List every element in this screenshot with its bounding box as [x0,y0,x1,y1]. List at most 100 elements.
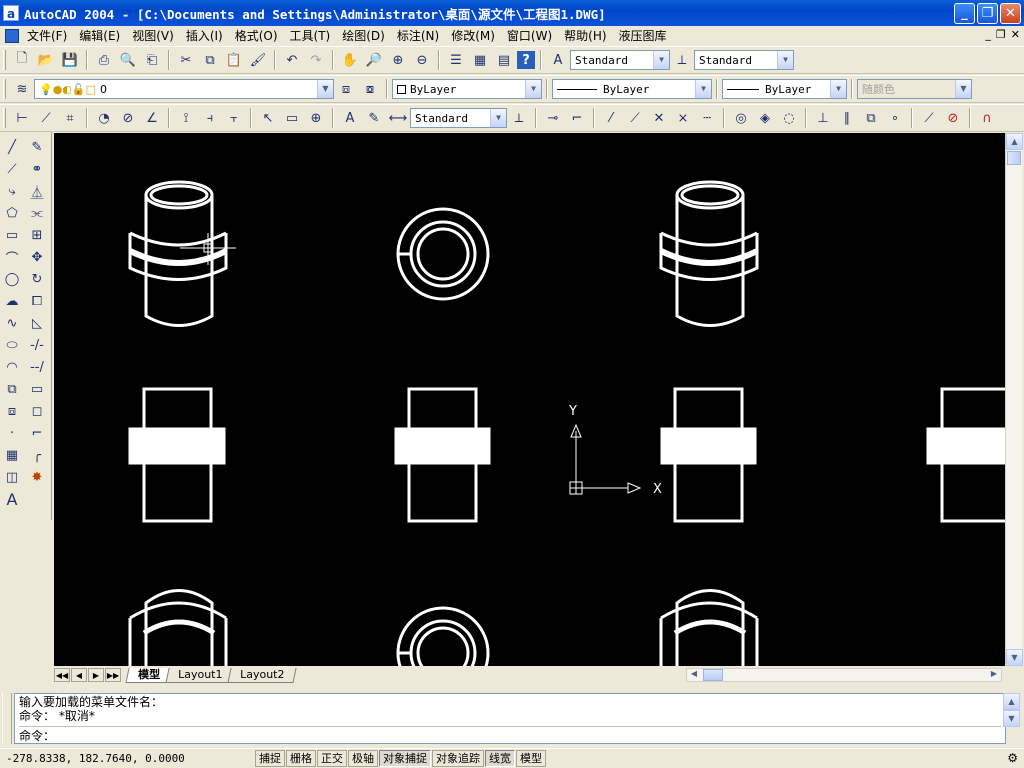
first-tab-icon[interactable]: ◀◀ [54,668,70,682]
toggle-otrack[interactable]: 对象追踪 [432,750,484,767]
vertical-scrollbar[interactable]: ▲ ▼ [1005,133,1023,666]
redo-icon[interactable]: ↷ [305,49,327,71]
dim-update-icon[interactable]: ⟷ [387,107,409,129]
design-center-icon[interactable]: ▦ [469,49,491,71]
mirror-icon[interactable]: ⏅ [26,180,48,202]
restore-button[interactable]: ❐ [977,3,998,24]
pan-icon[interactable]: ✋ [339,49,361,71]
chevron-down-icon[interactable]: ▼ [525,80,541,98]
tab-layout1[interactable]: Layout1 [165,667,236,683]
linetype-select[interactable]: ByLayer ▼ [552,79,712,99]
layer-previous-icon[interactable]: ⧇ [359,78,381,100]
minimize-button[interactable]: _ [954,3,975,24]
dim-style-select[interactable]: Standard ▼ [694,50,794,70]
match-properties-icon[interactable]: 🖌 [247,49,269,71]
command-scrollbar[interactable]: ▲ ▼ [1003,693,1020,727]
snap-endpoint-icon[interactable]: ⁄ [600,107,622,129]
drawing-canvas[interactable]: Y X [54,133,1005,666]
scroll-right-icon[interactable]: ▶ [987,669,1001,681]
toolbar-grip[interactable] [3,79,6,99]
ordinate-dim-icon[interactable]: ⌗ [59,107,81,129]
circle-icon[interactable]: ◯ [1,268,23,290]
close-button[interactable]: ✕ [1000,3,1021,24]
chevron-down-icon[interactable]: ▼ [695,80,711,98]
insert-block-icon[interactable]: ⧉ [1,378,23,400]
dimension-style-select[interactable]: Standard ▼ [410,108,507,128]
chevron-down-icon[interactable]: ▼ [653,51,669,69]
communication-center-icon[interactable]: ⚙ [1007,751,1018,765]
mdi-minimize-button[interactable]: _ [985,28,991,41]
break-icon[interactable]: ▭ [26,378,48,400]
save-icon[interactable]: 💾 [59,49,81,71]
menu-edit[interactable]: 编辑(E) [73,27,126,44]
menu-view[interactable]: 视图(V) [126,27,180,44]
text-style-select[interactable]: Standard ▼ [570,50,670,70]
menu-window[interactable]: 窗口(W) [501,27,558,44]
scroll-down-icon[interactable]: ▼ [1003,710,1020,727]
toggle-lineweight[interactable]: 线宽 [485,750,515,767]
chevron-down-icon[interactable]: ▼ [830,80,846,98]
snap-nearest-icon[interactable]: ⟋ [918,107,940,129]
polyline-icon[interactable]: ⤷ [1,180,23,202]
print-icon[interactable]: ⎙ [93,49,115,71]
ellipse-arc-icon[interactable]: ◠ [1,356,23,378]
break-at-point-icon[interactable]: ◻ [26,400,48,422]
make-layer-current-icon[interactable]: ⧈ [335,78,357,100]
layer-manager-icon[interactable]: ≋ [11,78,33,100]
snap-center-icon[interactable]: ◎ [730,107,752,129]
angular-dim-icon[interactable]: ∠ [141,107,163,129]
menu-tools[interactable]: 工具(T) [284,27,337,44]
mdi-restore-button[interactable]: ❐ [996,28,1006,41]
spline-icon[interactable]: ∿ [1,312,23,334]
menu-insert[interactable]: 插入(I) [180,27,229,44]
stretch-icon[interactable]: ◺ [26,312,48,334]
copy-object-icon[interactable]: ⚭ [26,158,48,180]
drawing-document-icon[interactable] [5,28,19,43]
paste-icon[interactable]: 📋 [223,49,245,71]
snap-quadrant-icon[interactable]: ◈ [754,107,776,129]
coordinate-readout[interactable]: -278.8338, 182.7640, 0.0000 [0,752,255,765]
multiline-text-icon[interactable]: A [1,488,23,510]
quick-dim-icon[interactable]: ⟟ [175,107,197,129]
trim-icon[interactable]: -/- [26,334,48,356]
make-block-icon[interactable]: ⧈ [1,400,23,422]
region-icon[interactable]: ◫ [1,466,23,488]
continue-dim-icon[interactable]: ⫟ [223,107,245,129]
explode-icon[interactable]: ✸ [26,466,48,488]
arc-icon[interactable]: ⌒ [1,246,23,268]
command-window[interactable]: 输入要加载的菜单文件名： 命令： *取消* 命令： [14,693,1006,744]
command-window-grip[interactable] [2,693,12,744]
aligned-dim-icon[interactable]: ⟋ [35,107,57,129]
tab-layout2[interactable]: Layout2 [227,667,298,683]
chevron-down-icon[interactable]: ▼ [317,80,333,98]
rectangle-icon[interactable]: ▭ [1,224,23,246]
scroll-up-icon[interactable]: ▲ [1003,693,1020,710]
scale-icon[interactable]: ⧠ [26,290,48,312]
snap-none-icon[interactable]: ⊘ [942,107,964,129]
properties-icon[interactable]: ☰ [445,49,467,71]
construction-line-icon[interactable]: ⟋ [1,158,23,180]
dimension-style-icon[interactable]: ⟂ [508,107,530,129]
extend-icon[interactable]: --/ [26,356,48,378]
temp-track-icon[interactable]: ⊸ [542,107,564,129]
color-select[interactable]: ByLayer ▼ [392,79,542,99]
autocad-app-icon[interactable]: a [3,5,19,21]
last-tab-icon[interactable]: ▶▶ [105,668,121,682]
prev-tab-icon[interactable]: ◀ [71,668,87,682]
toolbar-grip[interactable] [3,50,6,70]
toggle-model[interactable]: 模型 [516,750,546,767]
menu-format[interactable]: 格式(O) [229,27,284,44]
menu-draw[interactable]: 绘图(D) [336,27,391,44]
snap-node-icon[interactable]: ∘ [884,107,906,129]
dim-style-icon[interactable]: ⟂ [671,49,693,71]
copy-icon[interactable]: ⧉ [199,49,221,71]
toggle-ortho[interactable]: 正交 [317,750,347,767]
radius-dim-icon[interactable]: ◔ [93,107,115,129]
baseline-dim-icon[interactable]: ⫞ [199,107,221,129]
help-icon[interactable]: ? [517,51,535,69]
rotate-icon[interactable]: ↻ [26,268,48,290]
snap-intersection-icon[interactable]: ✕ [648,107,670,129]
point-icon[interactable]: · [1,422,23,444]
menu-modify[interactable]: 修改(M) [445,27,501,44]
erase-icon[interactable]: ✎ [26,136,48,158]
